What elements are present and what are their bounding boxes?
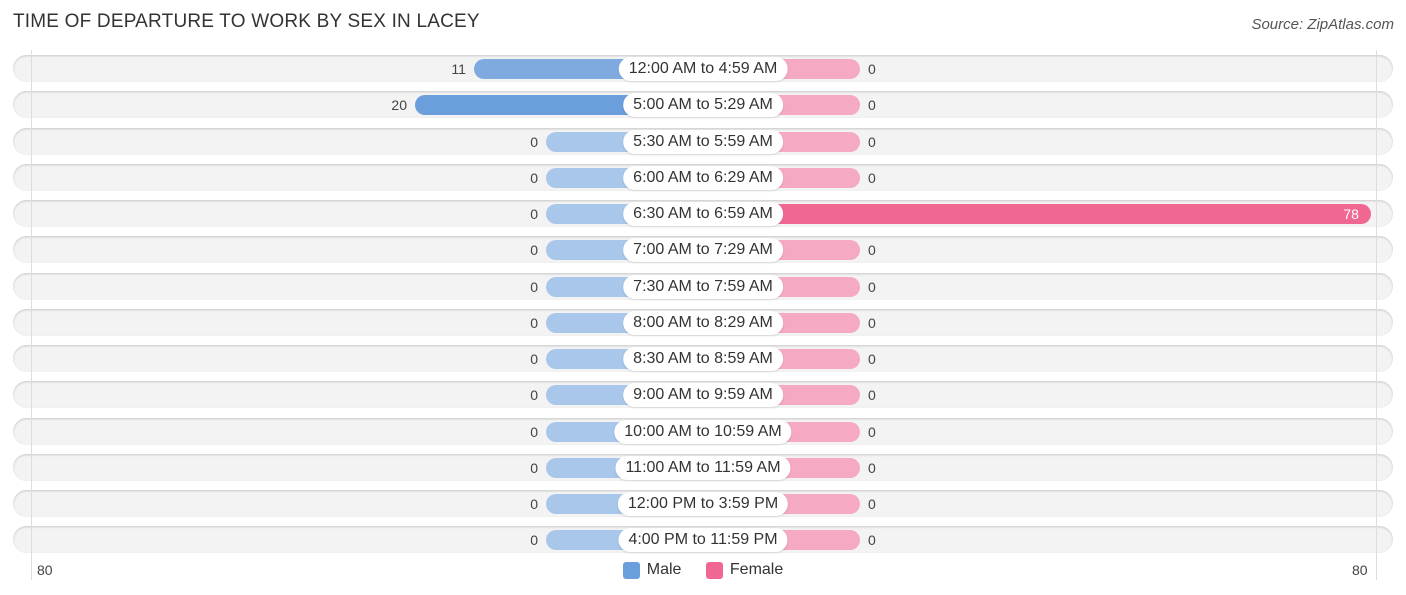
value-label-male: 0	[530, 351, 538, 367]
legend-label-female: Female	[729, 561, 784, 578]
value-label-male: 0	[530, 242, 538, 258]
value-label-female: 0	[868, 424, 876, 440]
category-label: 6:30 AM to 6:59 AM	[623, 202, 783, 226]
category-label: 5:00 AM to 5:29 AM	[623, 93, 783, 117]
value-label-male: 11	[451, 61, 466, 77]
legend-item-male: Male	[622, 561, 682, 579]
category-label: 11:00 AM to 11:59 AM	[615, 456, 791, 480]
value-label-female: 78	[1343, 206, 1359, 222]
category-label: 7:00 AM to 7:29 AM	[623, 238, 783, 262]
legend-swatch-male	[622, 561, 640, 579]
value-label-female: 0	[868, 170, 876, 186]
legend: Male Female	[0, 561, 1406, 584]
category-label: 9:00 AM to 9:59 AM	[623, 383, 783, 407]
legend-item-female: Female	[705, 561, 784, 579]
axis-line-right	[1376, 50, 1377, 580]
value-label-male: 0	[530, 387, 538, 403]
value-label-male: 0	[530, 532, 538, 548]
category-label: 12:00 AM to 4:59 AM	[618, 57, 788, 81]
legend-label-male: Male	[646, 561, 682, 578]
legend-swatch-female	[705, 561, 723, 579]
value-label-male: 0	[530, 424, 538, 440]
value-label-female: 0	[868, 460, 876, 476]
value-label-male: 0	[530, 496, 538, 512]
value-label-female: 0	[868, 532, 876, 548]
value-label-female: 0	[868, 134, 876, 150]
bar-female	[703, 204, 1371, 224]
value-label-female: 0	[868, 387, 876, 403]
chart-title: TIME OF DEPARTURE TO WORK BY SEX IN LACE…	[13, 11, 480, 32]
value-label-male: 0	[530, 460, 538, 476]
value-label-male: 20	[391, 97, 407, 113]
category-label: 4:00 PM to 11:59 PM	[618, 528, 788, 552]
value-label-female: 0	[868, 279, 876, 295]
value-label-male: 0	[530, 206, 538, 222]
category-label: 12:00 PM to 3:59 PM	[617, 492, 789, 516]
value-label-male: 0	[530, 134, 538, 150]
value-label-female: 0	[868, 242, 876, 258]
source-note: Source: ZipAtlas.com	[1251, 16, 1394, 33]
category-label: 5:30 AM to 5:59 AM	[623, 130, 783, 154]
category-label: 6:00 AM to 6:29 AM	[623, 166, 783, 190]
value-label-female: 0	[868, 351, 876, 367]
value-label-female: 0	[868, 61, 876, 77]
value-label-male: 0	[530, 279, 538, 295]
category-label: 10:00 AM to 10:59 AM	[614, 420, 792, 444]
category-label: 7:30 AM to 7:59 AM	[623, 275, 783, 299]
value-label-male: 0	[530, 315, 538, 331]
category-label: 8:00 AM to 8:29 AM	[623, 311, 783, 335]
category-label: 8:30 AM to 8:59 AM	[623, 347, 783, 371]
value-label-female: 0	[868, 496, 876, 512]
axis-line-left	[31, 50, 32, 580]
value-label-male: 0	[530, 170, 538, 186]
value-label-female: 0	[868, 315, 876, 331]
value-label-female: 0	[868, 97, 876, 113]
